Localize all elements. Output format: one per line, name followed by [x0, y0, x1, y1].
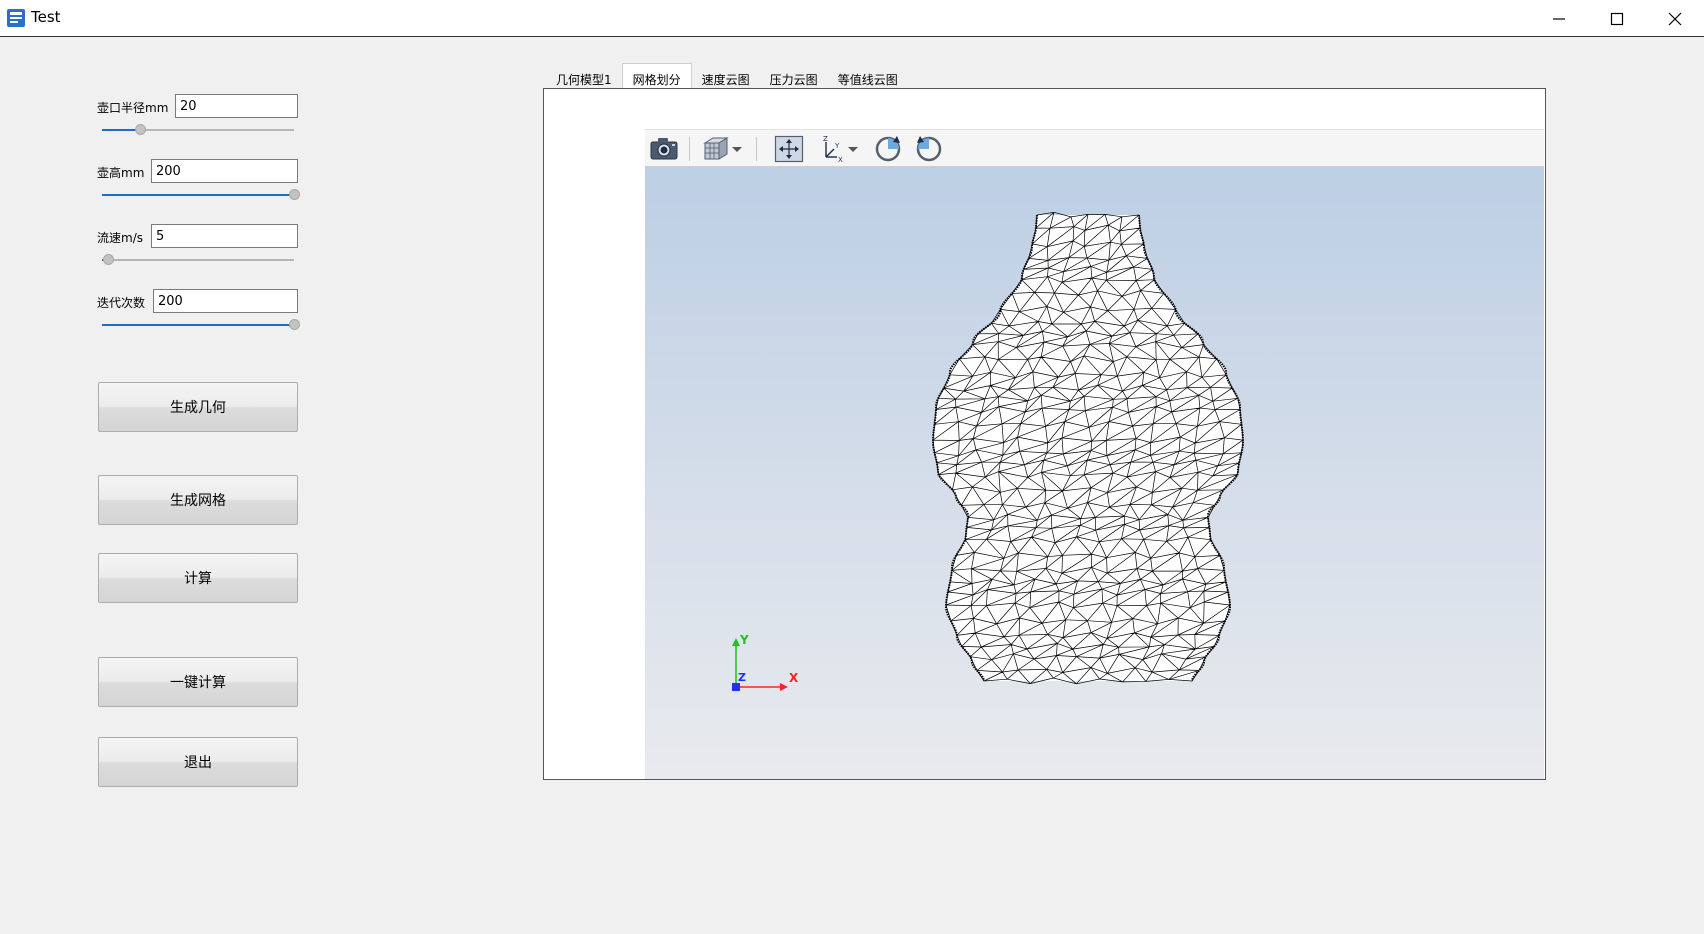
- radius-slider[interactable]: [102, 123, 294, 137]
- generate-mesh-button[interactable]: 生成网格: [98, 475, 298, 525]
- rotate-ccw-icon: [916, 136, 942, 162]
- minimize-button[interactable]: [1530, 0, 1588, 37]
- one-click-compute-button[interactable]: 一键计算: [98, 657, 298, 707]
- exit-button[interactable]: 退出: [98, 737, 298, 787]
- z-axis-label: Z: [738, 671, 746, 684]
- rotate-counterclockwise-button[interactable]: [914, 134, 944, 164]
- velocity-slider[interactable]: [102, 253, 294, 267]
- slider-handle[interactable]: [135, 124, 147, 135]
- screenshot-button[interactable]: [649, 134, 679, 164]
- tab-geometry[interactable]: 几何模型1: [546, 65, 622, 90]
- velocity-label: 流速m/s: [97, 231, 143, 245]
- close-button[interactable]: [1646, 0, 1704, 37]
- iterations-input[interactable]: [153, 289, 298, 313]
- tab-velocity[interactable]: 速度云图: [692, 65, 760, 90]
- cube-view-icon: [703, 137, 729, 160]
- maximize-icon: [1610, 12, 1624, 25]
- compute-button[interactable]: 计算: [98, 553, 298, 603]
- y-axis-arrow: [732, 638, 740, 646]
- rotate-clockwise-button[interactable]: [873, 134, 903, 164]
- slider-handle[interactable]: [102, 254, 114, 265]
- svg-text:Z: Z: [823, 135, 828, 143]
- tab-pressure[interactable]: 压力云图: [760, 65, 828, 90]
- y-axis-label: Y: [739, 633, 749, 647]
- title-bar: Test: [0, 0, 1704, 37]
- x-axis-label: X: [789, 671, 799, 685]
- mesh-body: [933, 215, 1243, 681]
- svg-text:Y: Y: [834, 142, 840, 150]
- axes-orientation-button[interactable]: Z Y X: [817, 134, 859, 164]
- tab-contour[interactable]: 等值线云图: [828, 65, 908, 90]
- chevron-down-icon: [848, 147, 858, 152]
- tab-mesh[interactable]: 网格划分: [621, 63, 692, 90]
- axes-orient-icon: Z Y X: [823, 135, 843, 164]
- svg-text:X: X: [838, 156, 843, 164]
- 3d-viewport[interactable]: Y X Z: [645, 167, 1544, 779]
- fit-view-button[interactable]: [774, 134, 804, 164]
- radius-label: 壶口半径mm: [97, 101, 169, 115]
- app-icon: [6, 8, 26, 28]
- height-slider[interactable]: [102, 188, 300, 202]
- chevron-down-icon: [732, 147, 742, 152]
- generate-geometry-button[interactable]: 生成几何: [98, 382, 298, 432]
- slider-handle[interactable]: [289, 319, 300, 330]
- view-mode-button[interactable]: [701, 134, 743, 164]
- camera-icon: [650, 138, 678, 160]
- fit-view-icon: [774, 135, 804, 163]
- z-axis-marker: [732, 683, 740, 691]
- tab-bar: 几何模型1 网格划分 速度云图 压力云图 等值线云图: [546, 63, 908, 90]
- viewer-toolbar: Z Y X: [645, 129, 1544, 167]
- rotate-cw-icon: [875, 136, 901, 162]
- axis-triad: Y X Z: [732, 633, 799, 691]
- iterations-slider[interactable]: [102, 318, 300, 332]
- window-title: Test: [31, 8, 61, 26]
- velocity-input[interactable]: [151, 224, 298, 248]
- iterations-label: 迭代次数: [97, 296, 146, 310]
- minimize-icon: [1553, 17, 1565, 20]
- close-icon: [1668, 12, 1682, 25]
- maximize-button[interactable]: [1588, 0, 1646, 37]
- slider-handle[interactable]: [289, 189, 300, 200]
- mesh-viewer: Z Y X Y X Z: [645, 129, 1544, 779]
- radius-input[interactable]: [175, 94, 298, 118]
- height-label: 壶高mm: [97, 166, 145, 180]
- height-input[interactable]: [151, 159, 298, 183]
- x-axis-arrow: [780, 683, 788, 691]
